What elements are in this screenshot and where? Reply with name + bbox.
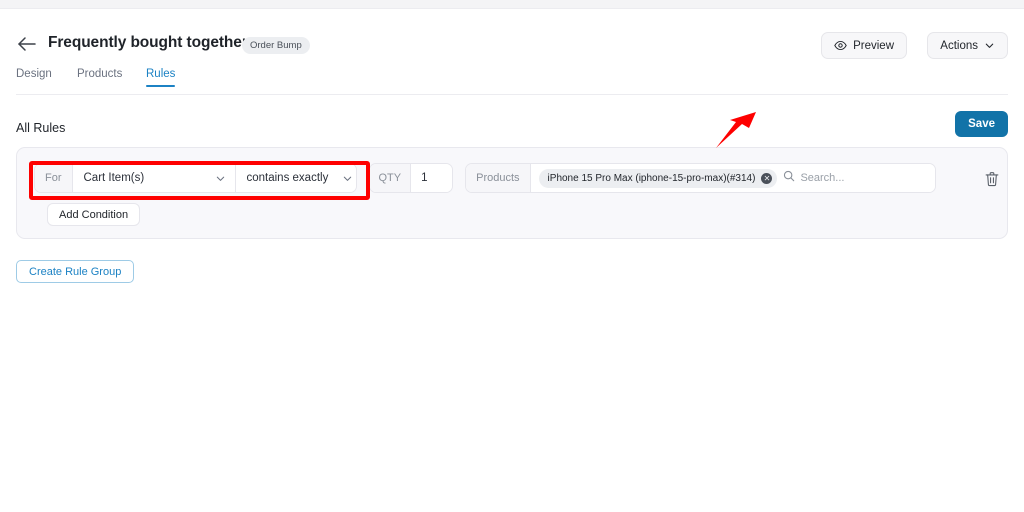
product-chip: iPhone 15 Pro Max (iphone-15-pro-max)(#3… — [538, 168, 778, 188]
tab-bar: Design Products Rules — [0, 63, 1024, 95]
save-button[interactable]: Save — [955, 111, 1008, 137]
chevron-down-icon — [984, 40, 995, 51]
tab-products[interactable]: Products — [77, 68, 122, 87]
status-badge: Order Bump — [242, 37, 310, 54]
operator-select[interactable]: contains exactly — [235, 164, 356, 192]
product-search-wrap: Search... — [783, 169, 926, 187]
create-rule-group-button[interactable]: Create Rule Group — [16, 260, 135, 283]
app-root: Frequently bought together Order Bump Pr… — [0, 0, 1024, 512]
products-label: Products — [466, 164, 531, 192]
tab-rules[interactable]: Rules — [146, 68, 176, 87]
chevron-down-icon — [342, 173, 353, 184]
browser-chrome-strip — [0, 0, 1024, 9]
search-icon — [783, 169, 795, 187]
qty-label: QTY — [369, 164, 412, 192]
products-input[interactable]: iPhone 15 Pro Max (iphone-15-pro-max)(#3… — [530, 164, 935, 192]
close-circle-icon[interactable]: ✕ — [761, 172, 773, 184]
rules-panel: All Rules Save For Cart Item(s) contains… — [0, 95, 1024, 512]
subject-select[interactable]: Cart Item(s) — [72, 164, 236, 192]
subject-select-value: Cart Item(s) — [83, 172, 145, 184]
chevron-down-icon — [215, 173, 226, 184]
rule-row: For Cart Item(s) contains exactly QTY 1 … — [34, 163, 936, 193]
for-condition-controls: For Cart Item(s) contains exactly — [34, 163, 357, 193]
product-search-placeholder: Search... — [800, 172, 845, 184]
product-chip-label: iPhone 15 Pro Max (iphone-15-pro-max)(#3… — [547, 172, 756, 184]
add-condition-button[interactable]: Add Condition — [47, 203, 141, 226]
all-rules-title: All Rules — [16, 121, 66, 135]
preview-button[interactable]: Preview — [821, 32, 907, 59]
back-arrow-icon[interactable] — [16, 34, 38, 54]
for-label: For — [35, 164, 73, 192]
products-field-group: Products iPhone 15 Pro Max (iphone-15-pr… — [465, 163, 936, 193]
actions-button[interactable]: Actions — [927, 32, 1008, 59]
qty-field-group: QTY 1 — [368, 163, 454, 193]
delete-rule-button[interactable] — [983, 170, 1001, 188]
rule-group-card: For Cart Item(s) contains exactly QTY 1 … — [16, 147, 1008, 239]
tab-design[interactable]: Design — [16, 68, 52, 87]
actions-button-label: Actions — [940, 39, 978, 52]
preview-button-label: Preview — [853, 39, 894, 52]
operator-select-value: contains exactly — [246, 172, 329, 184]
eye-icon — [834, 39, 847, 52]
page-title: Frequently bought together — [48, 34, 248, 51]
page-header: Frequently bought together Order Bump Pr… — [0, 9, 1024, 67]
qty-input[interactable]: 1 — [411, 164, 453, 192]
